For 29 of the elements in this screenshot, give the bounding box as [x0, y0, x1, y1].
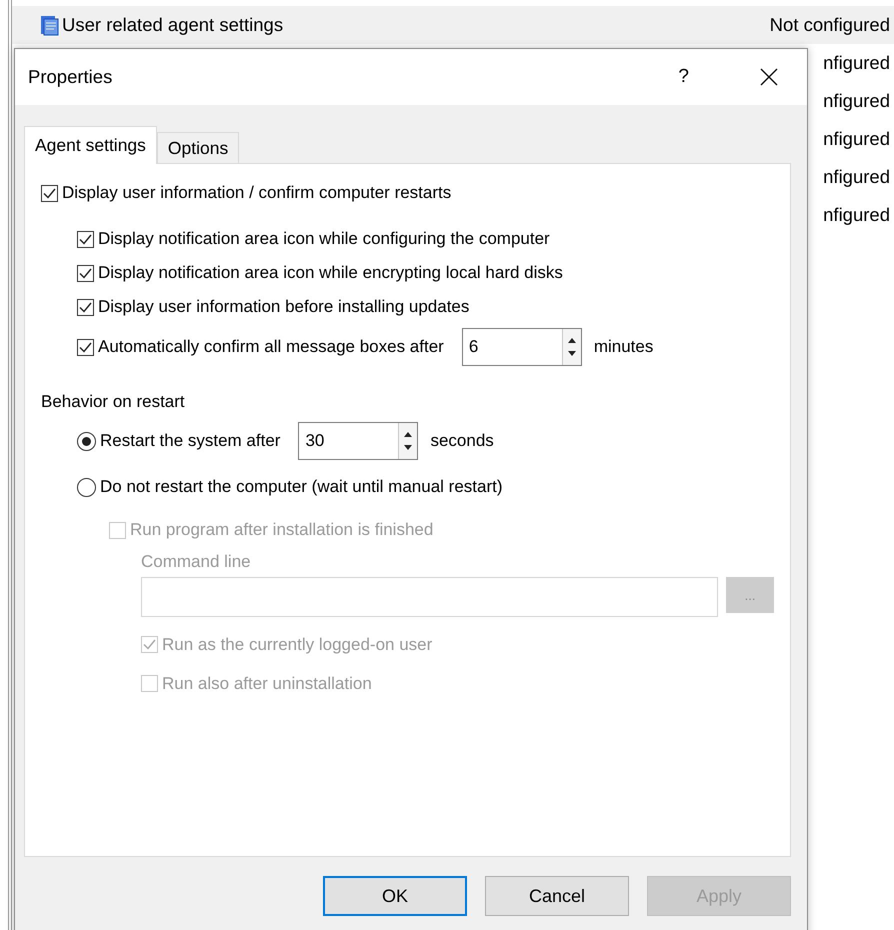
list-item-value: Not configured [770, 14, 890, 36]
unit-label: seconds [430, 431, 494, 451]
number-field[interactable]: 6 [462, 328, 582, 366]
dialog-title: Properties [28, 66, 112, 88]
section-heading: Behavior on restart [41, 392, 186, 412]
tab[interactable]: Agent settings [24, 126, 157, 164]
checkbox-label: Display user information / confirm computer restarts [62, 183, 452, 203]
checkbox-label: Display notification area icon while configuring the computer [98, 229, 550, 249]
help-button[interactable]: ? [670, 62, 697, 92]
checkbox-label: Automatically confirm all message boxes after [98, 337, 444, 357]
list-item-value: nfigured [823, 52, 890, 74]
checkbox-label: Display user information before installing updates [98, 297, 470, 317]
unit-label: minutes [594, 337, 654, 357]
list-item-value: nfigured [823, 166, 890, 188]
radio-label: Do not restart the computer (wait until manual restart) [100, 477, 502, 497]
list-item-label: User related agent settings [62, 14, 284, 36]
dialog-button[interactable]: Cancel [485, 876, 629, 916]
number-field[interactable]: 30 [298, 422, 418, 460]
checkbox-label: Run as the currently logged-on user [162, 634, 432, 654]
list-item-value: nfigured [823, 128, 890, 150]
field-label: Command line [141, 552, 252, 572]
radio-label: Restart the system after [100, 431, 280, 451]
list-item-value: nfigured [823, 204, 890, 226]
checkbox-label: Run also after uninstallation [162, 674, 372, 694]
checkbox-label: Run program after installation is finished [130, 520, 434, 540]
dialog-button[interactable]: OK [323, 876, 467, 916]
list-item-value: nfigured [823, 90, 890, 112]
checkbox-label: Display notification area icon while encrypting local hard disks [98, 263, 563, 283]
tab[interactable]: Options [156, 132, 240, 163]
